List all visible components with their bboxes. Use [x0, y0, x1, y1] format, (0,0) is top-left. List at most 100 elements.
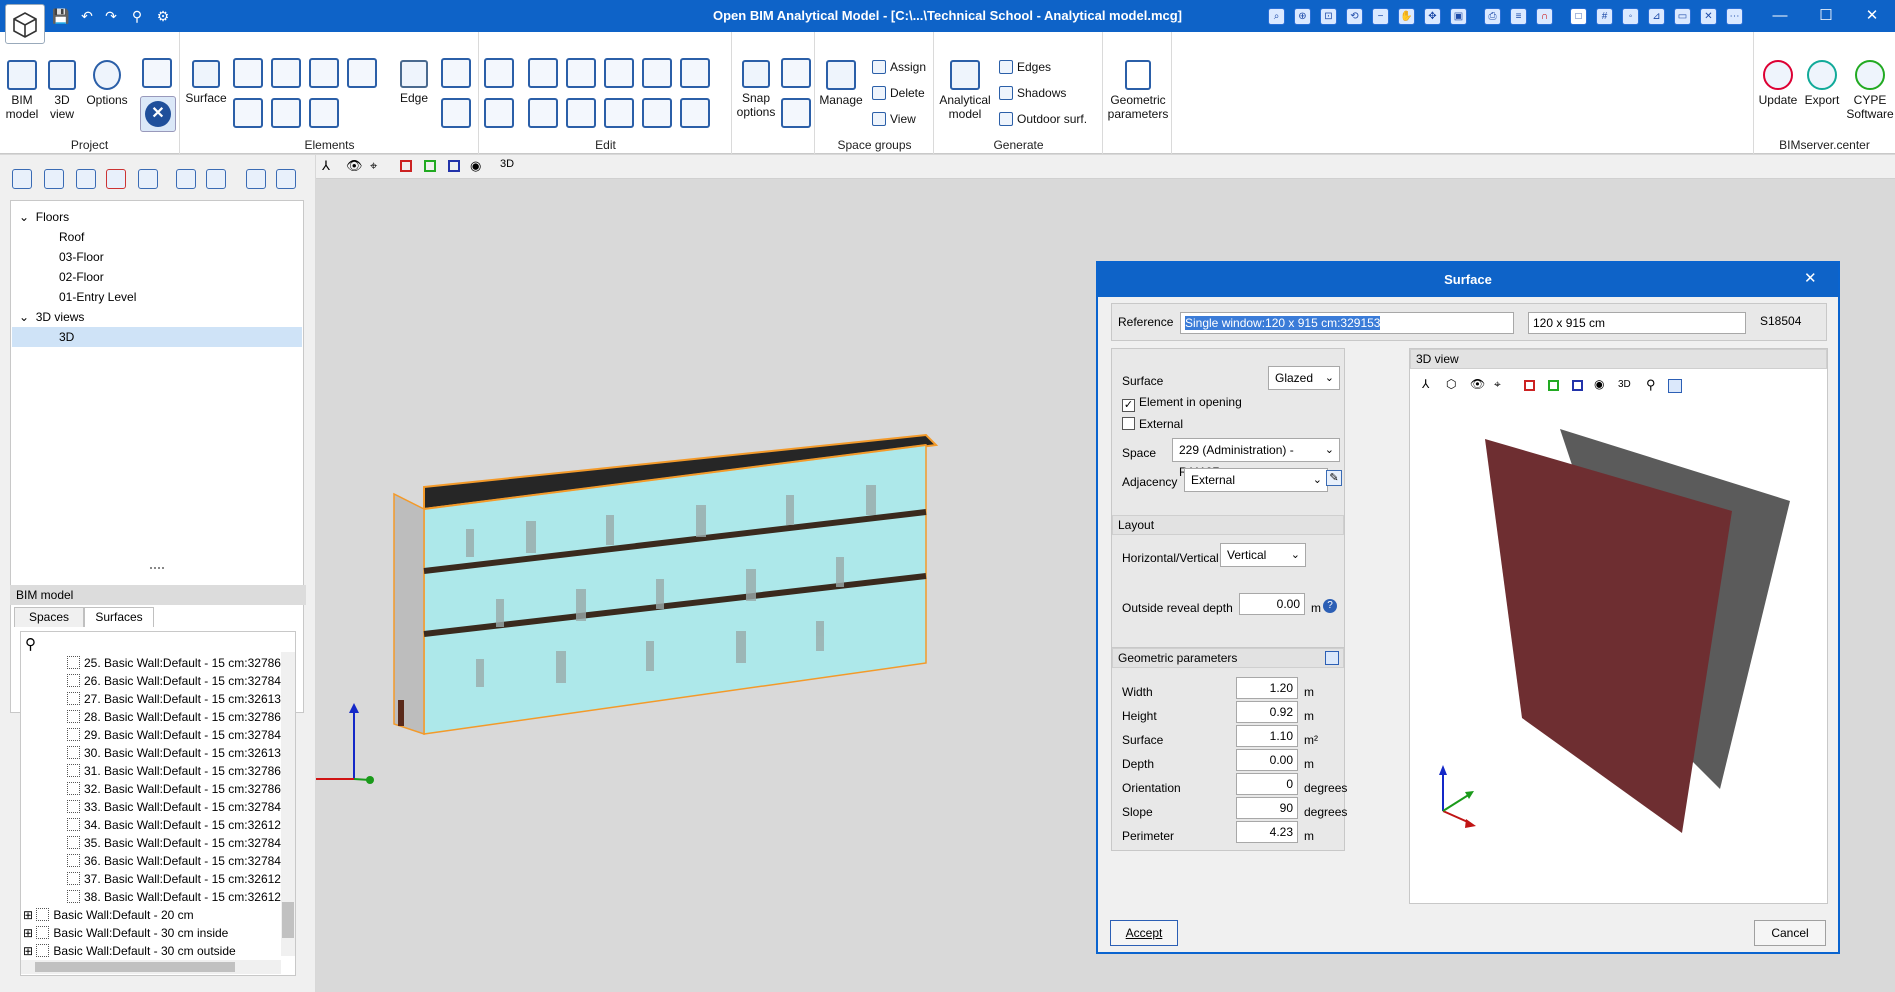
close-button[interactable]: ✕ [1850, 0, 1894, 32]
tree-item[interactable]: 02-Floor [59, 267, 104, 287]
blue-box-icon[interactable] [1572, 380, 1583, 391]
horizontal-scrollbar[interactable] [21, 960, 281, 974]
camera-icon[interactable] [176, 169, 196, 189]
assign-button[interactable]: Assign [872, 58, 926, 76]
3d-view-button[interactable]: 3D view [46, 60, 78, 121]
update-button[interactable]: Update [1756, 60, 1800, 107]
param-input[interactable]: 90 [1236, 797, 1298, 819]
edit-pencil-icon[interactable]: ✎ [1326, 470, 1342, 486]
eraser-icon[interactable] [528, 98, 558, 128]
building-model[interactable] [316, 179, 1116, 992]
list-item[interactable]: 38. Basic Wall:Default - 15 cm:326129 [67, 888, 281, 906]
layers-icon[interactable]: ≡ [1510, 8, 1527, 25]
wall-3d-icon[interactable] [484, 98, 514, 128]
snap-point-icon[interactable]: ◦ [1622, 8, 1639, 25]
level-icon[interactable] [138, 169, 158, 189]
external-checkbox[interactable]: External [1122, 417, 1183, 431]
surface-cut-icon[interactable] [271, 98, 301, 128]
pencil-icon[interactable] [528, 58, 558, 88]
camera-edit-icon[interactable] [206, 169, 226, 189]
list-item[interactable]: 28. Basic Wall:Default - 15 cm:327863 [67, 708, 281, 726]
cype-software-button[interactable]: CYPE Software [1844, 60, 1895, 121]
outdoor-surf-button[interactable]: Outdoor surf. [999, 110, 1087, 128]
maximize-button[interactable]: ☐ [1804, 0, 1848, 32]
measure-icon[interactable] [642, 98, 672, 128]
surface-select-icon[interactable] [233, 58, 263, 88]
zoom-previous-icon[interactable]: ⟲ [1346, 8, 1363, 25]
list-item[interactable]: 36. Basic Wall:Default - 15 cm:327846 [67, 852, 281, 870]
zoom-out-icon[interactable]: − [1372, 8, 1389, 25]
list-group[interactable]: ⊞ Basic Wall:Default - 20 cm [23, 906, 194, 924]
move-vertical-icon[interactable] [566, 98, 596, 128]
extend-icon[interactable] [604, 98, 634, 128]
edges-button[interactable]: Edges [999, 58, 1051, 76]
edge-parallel-icon[interactable] [441, 98, 471, 128]
calculator-icon[interactable] [1325, 651, 1339, 665]
surface-split-icon[interactable] [271, 58, 301, 88]
surface-button[interactable]: Surface [183, 60, 229, 105]
vertical-scrollbar[interactable] [281, 652, 295, 956]
scrollbar-thumb[interactable] [282, 902, 294, 938]
list-item[interactable]: 33. Basic Wall:Default - 15 cm:327846 [67, 798, 281, 816]
blue-box-icon[interactable] [448, 160, 460, 172]
manage-button[interactable]: Manage [816, 60, 866, 107]
dialog-close-icon[interactable]: ✕ [1804, 269, 1817, 287]
param-input[interactable]: 1.20 [1236, 677, 1298, 699]
rotate-icon[interactable]: ⌖ [370, 158, 377, 174]
delete-floor-icon[interactable] [106, 169, 126, 189]
eye-icon[interactable]: 👁 [1470, 377, 1485, 391]
hierarchy-icon[interactable] [142, 58, 172, 88]
tree-item[interactable]: 01-Entry Level [59, 287, 136, 307]
minimize-button[interactable]: — [1758, 0, 1802, 32]
element-in-opening-checkbox[interactable]: ✓ Element in opening [1122, 395, 1242, 412]
snap-options-button[interactable]: Snap options [733, 60, 779, 119]
hv-select[interactable]: Vertical ⌄ [1220, 543, 1306, 567]
magnet-icon[interactable]: ∩ [1536, 8, 1553, 25]
surface-copy-icon[interactable] [309, 98, 339, 128]
tree-item-selected[interactable]: 3D [12, 327, 302, 347]
reference-input[interactable]: Single window:120 x 915 cm:329153 [1180, 312, 1514, 334]
list-item[interactable]: 32. Basic Wall:Default - 15 cm:327862 [67, 780, 281, 798]
fit-view-icon[interactable] [1668, 379, 1682, 393]
bim-model-button[interactable]: BIM model [4, 60, 40, 121]
list-group[interactable]: ⊞ Basic Wall:Default - 30 cm inside [23, 924, 228, 942]
edge-button[interactable]: Edge [391, 60, 437, 105]
list-item[interactable]: 31. Basic Wall:Default - 15 cm:327862 [67, 762, 281, 780]
zoom-icon[interactable]: ⚲ [1646, 377, 1656, 393]
tree-item[interactable]: 03-Floor [59, 247, 104, 267]
3d-rotate-icon[interactable]: 3D [1618, 379, 1631, 390]
window-mode-icon[interactable]: □ [1570, 8, 1587, 25]
rotate-icon[interactable]: ⌖ [1494, 377, 1501, 392]
pan-icon[interactable]: ✋ [1398, 8, 1415, 25]
red-box-icon[interactable] [1524, 380, 1535, 391]
green-box-icon[interactable] [1548, 380, 1559, 391]
copy-floor-icon[interactable] [76, 169, 96, 189]
tab-surfaces[interactable]: Surfaces [84, 607, 154, 627]
tree-floors-toggle[interactable]: ⌄ Floors [19, 207, 69, 227]
list-item[interactable]: 37. Basic Wall:Default - 15 cm:326129 [67, 870, 281, 888]
visibility-icon[interactable]: ◉ [470, 158, 481, 174]
param-input[interactable]: 1.10 [1236, 725, 1298, 747]
geometric-parameters-button[interactable]: Geometric parameters [1104, 60, 1172, 121]
fit-icon[interactable]: ▣ [1450, 8, 1467, 25]
distribute-icon[interactable] [680, 98, 710, 128]
list-item[interactable]: 25. Basic Wall:Default - 15 cm:327863 [67, 654, 281, 672]
add-floor-icon[interactable] [12, 169, 32, 189]
cube-icon[interactable]: ⬡ [1446, 377, 1456, 391]
edge-corner-icon[interactable] [441, 58, 471, 88]
trim-icon[interactable] [604, 58, 634, 88]
eye-icon[interactable]: 👁 [346, 158, 363, 174]
list-item[interactable]: 30. Basic Wall:Default - 15 cm:326130 [67, 744, 281, 762]
surface-edit-icon[interactable] [347, 58, 377, 88]
surface-grid-icon[interactable] [233, 98, 263, 128]
help-icon[interactable]: ? [1323, 599, 1337, 613]
print-icon[interactable]: ⎙ [1484, 8, 1501, 25]
adjacency-select[interactable]: External ⌄ [1184, 468, 1328, 492]
reveal-input[interactable]: 0.00 [1239, 593, 1305, 615]
surface-preview[interactable] [1410, 399, 1827, 899]
axes-icon[interactable]: ⅄ [1422, 377, 1429, 391]
zoom-icon[interactable]: ⌕ [1268, 8, 1285, 25]
cancel-circle-icon[interactable]: ✕ [140, 96, 176, 132]
3d-rotate-icon[interactable]: 3D [500, 158, 514, 170]
list-item[interactable]: 35. Basic Wall:Default - 15 cm:327846 [67, 834, 281, 852]
